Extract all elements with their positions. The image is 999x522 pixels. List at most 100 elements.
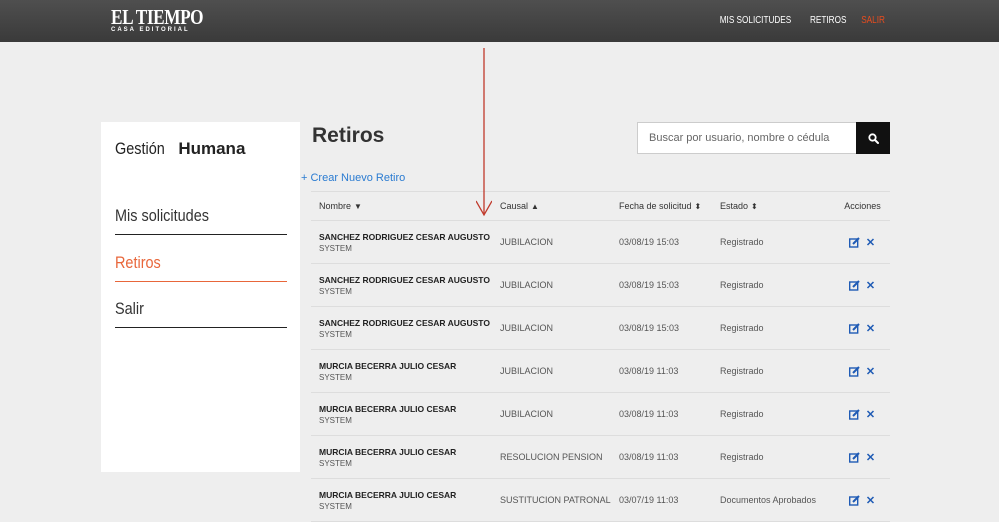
- table-row: SANCHEZ RODRIGUEZ CESAR AUGUSTO SYSTEM J…: [311, 220, 890, 264]
- column-header-causal[interactable]: Causal ▲: [500, 191, 619, 221]
- close-icon[interactable]: ✕: [864, 450, 878, 464]
- caret-down-icon: ▼: [354, 202, 362, 211]
- cell-nombre: MURCIA BECERRA JULIO CESAR SYSTEM: [311, 435, 500, 479]
- sidebar-title-light: Gestión: [115, 139, 165, 158]
- annotation-arrow-icon: [476, 48, 492, 217]
- column-header-fecha[interactable]: Fecha de solicitud ⬍: [619, 191, 720, 221]
- column-header-nombre[interactable]: Nombre ▼: [311, 191, 500, 221]
- column-label: Fecha de solicitud: [619, 201, 692, 211]
- cell-causal: JUBILACION: [500, 392, 619, 436]
- employee-user: SYSTEM: [319, 501, 352, 511]
- caret-up-icon: ▲: [531, 202, 539, 211]
- employee-name: MURCIA BECERRA JULIO CESAR: [319, 489, 457, 500]
- table-row: MURCIA BECERRA JULIO CESAR SYSTEM SUSTIT…: [311, 478, 890, 522]
- cell-acciones: ✕: [835, 220, 890, 264]
- column-header-acciones: Acciones: [835, 191, 890, 221]
- cell-estado: Documentos Aprobados: [720, 478, 835, 522]
- cell-causal: JUBILACION: [500, 263, 619, 307]
- edit-icon[interactable]: [848, 407, 862, 421]
- close-icon[interactable]: ✕: [864, 235, 878, 249]
- column-label: Nombre: [319, 201, 352, 211]
- table-row: MURCIA BECERRA JULIO CESAR SYSTEM JUBILA…: [311, 349, 890, 393]
- topnav-mis-solicitudes[interactable]: MIS SOLICITUDES: [720, 15, 792, 26]
- create-retiro-link[interactable]: + Crear Nuevo Retiro: [301, 172, 405, 184]
- table-row: SANCHEZ RODRIGUEZ CESAR AUGUSTO SYSTEM J…: [311, 306, 890, 350]
- employee-name: MURCIA BECERRA JULIO CESAR: [319, 360, 457, 371]
- retiros-table: Nombre ▼ Causal ▲ Fecha de solicitud ⬍ Esta…: [311, 191, 890, 522]
- edit-icon[interactable]: [848, 321, 862, 335]
- top-navbar: EL TIEMPO CASA EDITORIAL MIS SOLICITUDES…: [0, 0, 999, 42]
- cell-causal: JUBILACION: [500, 349, 619, 393]
- cell-nombre: MURCIA BECERRA JULIO CESAR SYSTEM: [311, 478, 500, 522]
- sort-icon: ⬍: [751, 202, 758, 211]
- table-row: SANCHEZ RODRIGUEZ CESAR AUGUSTO SYSTEM J…: [311, 263, 890, 307]
- column-header-estado[interactable]: Estado ⬍: [720, 191, 835, 221]
- sidebar-item-retiros[interactable]: Retiros: [115, 253, 287, 282]
- cell-acciones: ✕: [835, 478, 890, 522]
- sidebar-item-label: Retiros: [115, 253, 161, 272]
- top-nav-menu: MIS SOLICITUDES RETIROS SALIR: [704, 15, 885, 26]
- search-icon: [867, 132, 879, 144]
- cell-estado: Registrado: [720, 435, 835, 479]
- cell-causal: JUBILACION: [500, 306, 619, 350]
- close-icon[interactable]: ✕: [864, 407, 878, 421]
- cell-fecha: 03/08/19 11:03: [619, 435, 720, 479]
- search-bar: [637, 122, 890, 154]
- sidebar-title: Gestión Humana: [115, 139, 245, 159]
- employee-name: SANCHEZ RODRIGUEZ CESAR AUGUSTO: [319, 274, 490, 285]
- close-icon[interactable]: ✕: [864, 278, 878, 292]
- edit-icon[interactable]: [848, 493, 862, 507]
- cell-nombre: MURCIA BECERRA JULIO CESAR SYSTEM: [311, 392, 500, 436]
- table-row: MURCIA BECERRA JULIO CESAR SYSTEM JUBILA…: [311, 392, 890, 436]
- cell-acciones: ✕: [835, 263, 890, 307]
- employee-user: SYSTEM: [319, 329, 352, 339]
- cell-causal: SUSTITUCION PATRONAL: [500, 478, 619, 522]
- cell-acciones: ✕: [835, 435, 890, 479]
- close-icon[interactable]: ✕: [864, 321, 878, 335]
- search-input[interactable]: [637, 122, 856, 154]
- cell-acciones: ✕: [835, 306, 890, 350]
- table-row: MURCIA BECERRA JULIO CESAR SYSTEM RESOLU…: [311, 435, 890, 479]
- topnav-salir[interactable]: SALIR: [861, 15, 885, 26]
- cell-nombre: SANCHEZ RODRIGUEZ CESAR AUGUSTO SYSTEM: [311, 220, 500, 264]
- employee-user: SYSTEM: [319, 458, 352, 468]
- cell-causal: JUBILACION: [500, 220, 619, 264]
- cell-estado: Registrado: [720, 349, 835, 393]
- employee-name: MURCIA BECERRA JULIO CESAR: [319, 403, 457, 414]
- cell-acciones: ✕: [835, 349, 890, 393]
- cell-nombre: MURCIA BECERRA JULIO CESAR SYSTEM: [311, 349, 500, 393]
- cell-fecha: 03/08/19 15:03: [619, 220, 720, 264]
- sort-icon: ⬍: [694, 202, 702, 211]
- employee-name: SANCHEZ RODRIGUEZ CESAR AUGUSTO: [319, 317, 490, 328]
- close-icon[interactable]: ✕: [864, 493, 878, 507]
- search-button[interactable]: [856, 122, 890, 154]
- table-header-row: Nombre ▼ Causal ▲ Fecha de solicitud ⬍ Esta…: [311, 191, 890, 221]
- column-label: Acciones: [844, 201, 881, 211]
- cell-causal: RESOLUCION PENSION: [500, 435, 619, 479]
- edit-icon[interactable]: [848, 278, 862, 292]
- column-label: Estado: [720, 201, 749, 211]
- close-icon[interactable]: ✕: [864, 364, 878, 378]
- cell-estado: Registrado: [720, 263, 835, 307]
- sidebar-title-bold: Humana: [178, 139, 246, 158]
- employee-user: SYSTEM: [319, 286, 352, 296]
- page-title: Retiros: [312, 124, 385, 147]
- sidebar-item-salir[interactable]: Salir: [115, 299, 287, 328]
- cell-fecha: 03/08/19 15:03: [619, 306, 720, 350]
- logo-name: EL TIEMPO: [111, 5, 204, 29]
- employee-user: SYSTEM: [319, 243, 352, 253]
- cell-estado: Registrado: [720, 220, 835, 264]
- el-tiempo-logo[interactable]: EL TIEMPO CASA EDITORIAL: [111, 7, 223, 34]
- topnav-retiros[interactable]: RETIROS: [810, 15, 846, 26]
- column-label: Causal: [500, 201, 529, 211]
- cell-estado: Registrado: [720, 306, 835, 350]
- edit-icon[interactable]: [848, 450, 862, 464]
- cell-estado: Registrado: [720, 392, 835, 436]
- edit-icon[interactable]: [848, 235, 862, 249]
- cell-fecha: 03/08/19 11:03: [619, 392, 720, 436]
- edit-icon[interactable]: [848, 364, 862, 378]
- sidebar-item-mis-solicitudes[interactable]: Mis solicitudes: [115, 206, 287, 235]
- cell-nombre: SANCHEZ RODRIGUEZ CESAR AUGUSTO SYSTEM: [311, 263, 500, 307]
- cell-fecha: 03/07/19 11:03: [619, 478, 720, 522]
- sidebar-item-label: Salir: [115, 299, 144, 318]
